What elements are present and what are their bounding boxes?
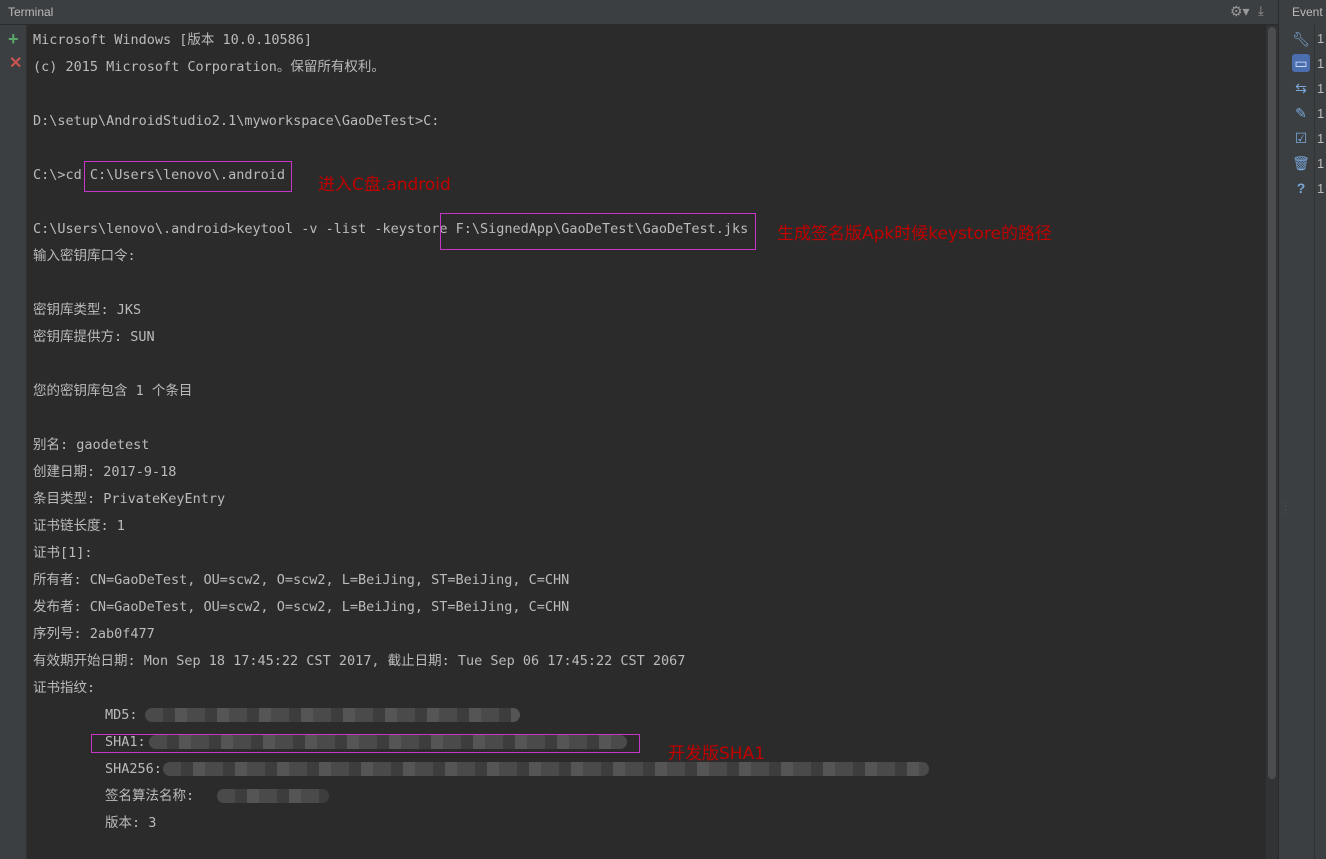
wrench-icon[interactable]: 🔧︎ (1292, 30, 1310, 48)
event-count: 1 (1317, 131, 1325, 146)
event-log-toolbar (1286, 24, 1315, 859)
terminal-line: 条目类型: PrivateKeyEntry (33, 491, 226, 507)
edit-icon[interactable]: ✎ (1292, 104, 1310, 122)
new-session-icon[interactable]: + (8, 29, 19, 50)
terminal-line: 别名: gaodetest (33, 437, 150, 453)
terminal-line: 有效期开始日期: Mon Sep 18 17:45:22 CST 2017, 截… (33, 653, 686, 669)
terminal-line: (c) 2015 Microsoft Corporation。保留所有权利。 (33, 59, 385, 75)
terminal-line: Microsoft Windows [版本 10.0.10586] (33, 32, 312, 48)
trash-icon[interactable]: 🗑︎ (1292, 154, 1310, 172)
md5-label: MD5: (105, 707, 138, 723)
check-icon[interactable]: ☑ (1292, 129, 1310, 147)
terminal-line: 输入密钥库口令: (33, 248, 136, 264)
md5-redacted (145, 708, 520, 722)
terminal-line: 序列号: 2ab0f477 (33, 626, 155, 642)
version-line: 版本: 3 (105, 815, 157, 831)
sha256-label: SHA256: (105, 761, 162, 777)
sha256-redacted (163, 762, 929, 776)
terminal-line: D:\setup\AndroidStudio2.1\myworkspace\Ga… (33, 113, 440, 129)
wrap-icon[interactable]: ⇆ (1292, 79, 1310, 97)
event-count: 1 (1317, 156, 1325, 171)
gear-icon[interactable]: ⚙▾ (1230, 3, 1250, 20)
annotation-sha1: 开发版SHA1 (668, 744, 766, 764)
terminal-line: 证书指纹: (33, 680, 96, 696)
terminal-line: 发布者: CN=GaoDeTest, OU=scw2, O=scw2, L=Be… (33, 599, 570, 615)
event-log-panel: Event Log 🔧︎ 1 ▭ 1 ⇆ 1 ✎ 1 ☑ 1 🗑︎ 1 ? 1 (1286, 0, 1326, 859)
close-session-icon[interactable]: ✕ (9, 53, 22, 73)
event-count: 1 (1317, 81, 1325, 96)
scrollbar-thumb[interactable] (1268, 27, 1276, 779)
terminal-output[interactable]: Microsoft Windows [版本 10.0.10586] (c) 20… (27, 25, 1266, 859)
message-icon[interactable]: ▭ (1292, 54, 1310, 72)
event-log-title: Event Log (1292, 5, 1326, 19)
minimize-icon[interactable]: ⤓ (1258, 3, 1264, 19)
terminal-line: 创建日期: 2017-9-18 (33, 464, 177, 480)
highlight-keystore-path (440, 213, 756, 250)
terminal-toolbar: + ✕ (0, 25, 27, 859)
terminal-line: 证书[1]: (33, 545, 93, 561)
annotation-keystore: 生成签名版Apk时候keystore的路径 (777, 224, 1053, 244)
event-count: 1 (1317, 56, 1325, 71)
terminal-line: 密钥库提供方: SUN (33, 329, 155, 345)
event-count: 1 (1317, 106, 1325, 121)
signature-algorithm-label: 签名算法名称: (105, 788, 195, 804)
terminal-line: 您的密钥库包含 1 个条目 (33, 383, 193, 399)
terminal-line: 证书链长度: 1 (33, 518, 125, 534)
terminal-title: Terminal (8, 5, 54, 19)
signature-redacted (217, 789, 329, 803)
event-count: 1 (1317, 31, 1325, 46)
terminal-scrollbar[interactable] (1266, 25, 1278, 859)
highlight-sha1 (91, 734, 640, 753)
annotation-cd: 进入C盘.android (318, 175, 451, 195)
terminal-line: 所有者: CN=GaoDeTest, OU=scw2, O=scw2, L=Be… (33, 572, 570, 588)
terminal-title-bar: Terminal ⚙▾ ⤓ (0, 0, 1284, 25)
event-count: 1 (1317, 181, 1325, 196)
highlight-cd-path (84, 161, 292, 192)
help-icon[interactable]: ? (1292, 179, 1310, 197)
terminal-line: 密钥库类型: JKS (33, 302, 142, 318)
